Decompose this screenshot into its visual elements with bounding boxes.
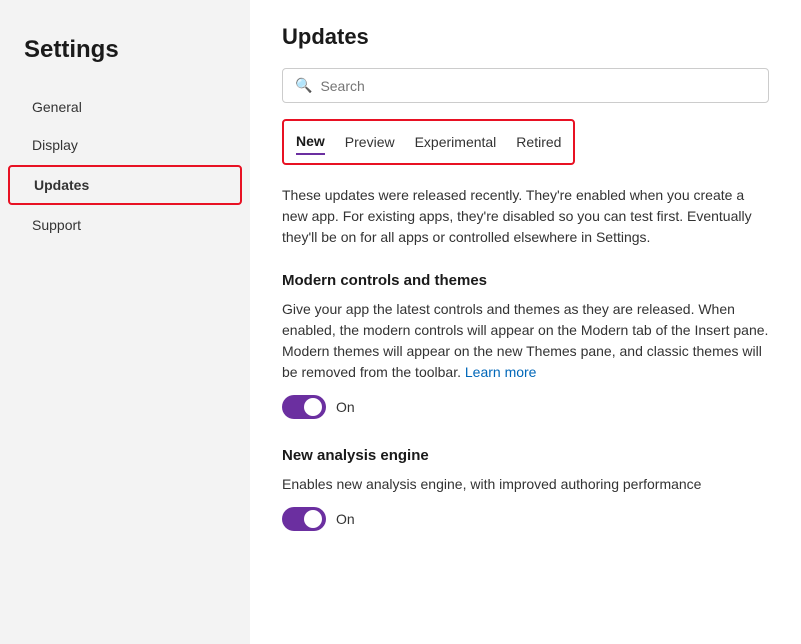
main-content: Updates 🔍 New Preview Experimental Retir… (250, 0, 801, 644)
tab-new[interactable]: New (296, 129, 325, 155)
tab-experimental[interactable]: Experimental (415, 130, 497, 154)
search-bar: 🔍 (282, 68, 769, 103)
toggle-modern-controls-container: On (282, 395, 769, 419)
tab-preview[interactable]: Preview (345, 130, 395, 154)
app-title: Settings (0, 20, 250, 88)
page-title: Updates (282, 24, 769, 50)
toggle-modern-controls-label: On (336, 399, 355, 415)
sidebar-item-display[interactable]: Display (8, 127, 242, 163)
feature-modern-controls-description: Give your app the latest controls and th… (282, 299, 769, 383)
toggle-new-analysis-engine[interactable] (282, 507, 326, 531)
tabs-container: New Preview Experimental Retired (282, 119, 575, 165)
sidebar-item-support[interactable]: Support (8, 207, 242, 243)
feature-new-analysis-engine-title: New analysis engine (282, 447, 769, 464)
learn-more-link-modern[interactable]: Learn more (465, 364, 537, 380)
toggle-modern-controls[interactable] (282, 395, 326, 419)
feature-new-analysis-engine: New analysis engine Enables new analysis… (282, 447, 769, 531)
toggle-new-analysis-engine-container: On (282, 507, 769, 531)
sidebar-item-updates[interactable]: Updates (8, 165, 242, 205)
sidebar: Settings General Display Updates Support (0, 0, 250, 644)
tab-retired[interactable]: Retired (516, 130, 561, 154)
feature-modern-controls-title: Modern controls and themes (282, 272, 769, 289)
sidebar-item-general[interactable]: General (8, 89, 242, 125)
search-input[interactable] (320, 78, 756, 94)
toggle-new-analysis-engine-label: On (336, 511, 355, 527)
search-icon: 🔍 (295, 77, 312, 94)
feature-new-analysis-engine-description: Enables new analysis engine, with improv… (282, 474, 769, 495)
feature-modern-controls: Modern controls and themes Give your app… (282, 272, 769, 419)
updates-description: These updates were released recently. Th… (282, 185, 769, 248)
